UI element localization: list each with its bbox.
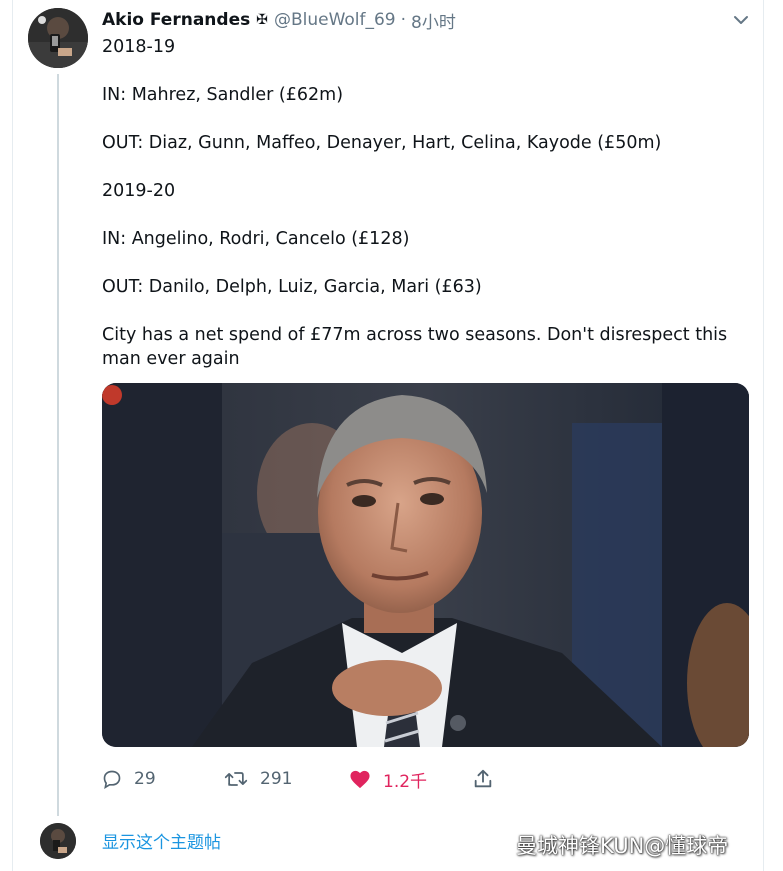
- thread-connector-line: [57, 74, 59, 816]
- separator-dot: ·: [400, 10, 407, 30]
- tweet-text-line: 2018-19: [102, 37, 176, 57]
- author-avatar[interactable]: [28, 8, 88, 68]
- chevron-down-icon[interactable]: [731, 10, 751, 30]
- tweet-text-line: OUT: Danilo, Delph, Luiz, Garcia, Mari (…: [102, 277, 482, 297]
- tweet-text-line: IN: Angelino, Rodri, Cancelo (£128): [102, 229, 410, 249]
- tweet-text-line: IN: Mahrez, Sandler (£62m): [102, 85, 344, 105]
- thread-avatar[interactable]: [40, 823, 76, 859]
- cross-badge-icon: ✠: [256, 12, 268, 28]
- heart-filled-icon: [350, 770, 370, 789]
- share-button[interactable]: [472, 766, 506, 792]
- like-button[interactable]: 1.2千: [349, 766, 427, 792]
- tweet-text-line: City has a net spend of £77m across two …: [102, 325, 728, 345]
- show-thread-link[interactable]: 显示这个主题帖: [102, 828, 221, 853]
- reply-icon: [103, 770, 121, 789]
- retweet-count: 291: [260, 769, 293, 789]
- retweet-icon: [224, 772, 248, 786]
- like-count: 1.2千: [383, 771, 428, 792]
- tweet-timestamp[interactable]: 8小时: [411, 8, 456, 33]
- tweet-text-line: 2019-20: [102, 181, 176, 201]
- retweet-button[interactable]: 291: [224, 766, 292, 792]
- reply-button[interactable]: 29: [102, 766, 156, 792]
- tweet-header: Akio Fernandes ✠ @BlueWolf_69 · 8小时: [102, 8, 456, 33]
- tweet-text-line: OUT: Diaz, Gunn, Maffeo, Denayer, Hart, …: [102, 133, 662, 153]
- tweet-text-line: man ever again: [102, 349, 240, 369]
- author-display-name[interactable]: Akio Fernandes: [102, 10, 250, 30]
- watermark-text: 曼城神锋KUN@懂球帝: [516, 834, 729, 858]
- share-icon: [474, 769, 492, 788]
- author-handle[interactable]: @BlueWolf_69: [274, 10, 396, 30]
- reply-count: 29: [134, 769, 156, 789]
- tweet-photo[interactable]: [102, 383, 749, 747]
